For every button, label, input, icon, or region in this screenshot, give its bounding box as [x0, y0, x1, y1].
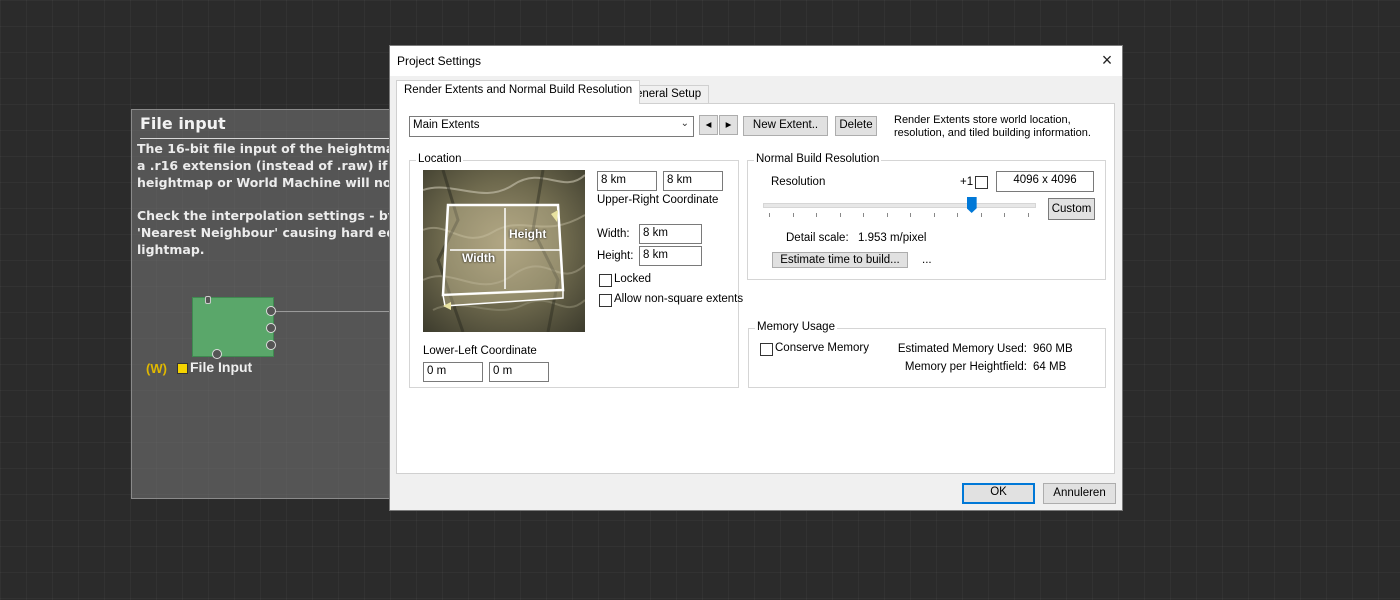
- tab-panel: Main Extents ⌄ ◂ ▸ New Extent.. Delete R…: [396, 103, 1115, 474]
- slider-tick: [769, 213, 770, 217]
- width-field[interactable]: 8 km: [639, 224, 702, 244]
- resolution-group: Normal Build Resolution Resolution +1 40…: [747, 153, 1106, 280]
- resolution-slider[interactable]: [763, 197, 1036, 219]
- conserve-memory-label: Conserve Memory: [775, 342, 869, 354]
- lower-left-x-field[interactable]: 0 m: [423, 362, 483, 382]
- comment-line: Check the interpolation settings - by d: [137, 208, 410, 223]
- lower-left-y-field[interactable]: 0 m: [489, 362, 549, 382]
- node-flag-icon: [177, 363, 188, 374]
- slider-tick: [957, 213, 959, 217]
- file-input-node[interactable]: [192, 297, 274, 357]
- slider-tick: [863, 213, 865, 217]
- slider-tick: [1004, 213, 1006, 217]
- comment-line: The 16-bit file input of the heightmap.: [137, 141, 408, 156]
- estimate-time-button[interactable]: Estimate time to build...: [772, 252, 908, 268]
- location-group: Location Height Width 8 km 8 km Upper-Ri…: [409, 153, 743, 388]
- nonsquare-label: Allow non-square extents: [614, 293, 744, 305]
- locked-checkbox[interactable]: [599, 274, 612, 287]
- node-input-port[interactable]: [205, 296, 211, 304]
- close-icon[interactable]: ×: [1092, 46, 1122, 76]
- delete-extent-button[interactable]: Delete: [835, 116, 877, 136]
- tab-render-extents[interactable]: Render Extents and Normal Build Resoluti…: [396, 80, 641, 104]
- location-legend: Location: [416, 153, 464, 165]
- plus-one-checkbox[interactable]: [975, 176, 988, 189]
- upper-right-label: Upper-Right Coordinate: [597, 194, 719, 206]
- estimate-result: ...: [922, 254, 932, 266]
- upper-right-y-field[interactable]: 8 km: [663, 171, 723, 191]
- node-output-port[interactable]: [266, 323, 276, 333]
- preview-width-label: Width: [462, 251, 496, 265]
- extents-selected: Main Extents: [413, 119, 480, 131]
- estimated-memory-label: Estimated Memory Used:: [897, 343, 1027, 355]
- slider-tick: [1028, 213, 1029, 217]
- lower-left-label: Lower-Left Coordinate: [423, 345, 537, 357]
- node-world-tag: (W): [146, 361, 167, 376]
- dialog-titlebar[interactable]: Project Settings ×: [390, 46, 1122, 76]
- extents-preview-image[interactable]: Height Width: [423, 170, 585, 332]
- estimated-memory-value: 960 MB: [1033, 343, 1073, 355]
- plus-one-label: +1: [960, 176, 974, 188]
- node-connection-wire: [272, 311, 392, 312]
- project-settings-dialog: Project Settings × Render Extents and No…: [389, 45, 1123, 511]
- preview-height-label: Height: [509, 227, 547, 241]
- node-bottom-port[interactable]: [212, 349, 222, 359]
- slider-tick: [910, 213, 912, 217]
- detail-scale-label: Detail scale:: [786, 232, 849, 244]
- locked-label: Locked: [614, 273, 652, 285]
- dialog-title: Project Settings: [397, 54, 482, 68]
- node-output-port[interactable]: [266, 306, 276, 316]
- new-extent-button[interactable]: New Extent..: [743, 116, 828, 136]
- prev-extent-button[interactable]: ◂: [699, 115, 718, 135]
- comment-title: File input: [140, 114, 226, 133]
- width-label: Width:: [597, 228, 630, 240]
- comment-line: a .r16 extension (instead of .raw) if it…: [137, 158, 419, 173]
- slider-track: [763, 203, 1036, 208]
- slider-tick: [933, 213, 935, 217]
- nonsquare-checkbox[interactable]: [599, 294, 612, 307]
- slider-tick: [816, 213, 818, 217]
- chevron-down-icon: ⌄: [680, 118, 689, 129]
- slider-tick: [839, 213, 841, 217]
- terrain-preview-graphic: [423, 170, 585, 332]
- cancel-button[interactable]: Annuleren: [1043, 483, 1116, 504]
- resolution-value-field[interactable]: 4096 x 4096: [996, 171, 1094, 192]
- slider-tick: [886, 213, 888, 217]
- custom-resolution-button[interactable]: Custom: [1048, 198, 1095, 220]
- resolution-legend: Normal Build Resolution: [754, 153, 882, 165]
- slider-tick: [980, 213, 982, 217]
- comment-line: heightmap or World Machine will not: [137, 175, 398, 190]
- resolution-label: Resolution: [771, 176, 826, 188]
- height-field[interactable]: 8 km: [639, 246, 702, 266]
- conserve-memory-checkbox[interactable]: [760, 343, 773, 356]
- next-extent-button[interactable]: ▸: [719, 115, 738, 135]
- comment-divider: [140, 138, 394, 139]
- ok-button[interactable]: OK: [962, 483, 1035, 504]
- upper-right-x-field[interactable]: 8 km: [597, 171, 657, 191]
- extents-description: Render Extents store world location, res…: [894, 114, 1091, 139]
- per-heightfield-label: Memory per Heightfield:: [904, 361, 1027, 373]
- memory-group: Memory Usage Conserve Memory Estimated M…: [748, 321, 1106, 388]
- slider-thumb[interactable]: [966, 197, 977, 213]
- extents-dropdown[interactable]: Main Extents ⌄: [409, 116, 694, 137]
- comment-line: lightmap.: [137, 242, 205, 257]
- memory-legend: Memory Usage: [755, 321, 837, 333]
- detail-scale-value: 1.953 m/pixel: [858, 232, 927, 244]
- node-output-port[interactable]: [266, 340, 276, 350]
- comment-line: 'Nearest Neighbour' causing hard edge: [137, 225, 413, 240]
- per-heightfield-value: 64 MB: [1033, 361, 1067, 373]
- height-label: Height:: [597, 250, 634, 262]
- slider-tick: [792, 213, 794, 217]
- node-label: File Input: [190, 359, 253, 375]
